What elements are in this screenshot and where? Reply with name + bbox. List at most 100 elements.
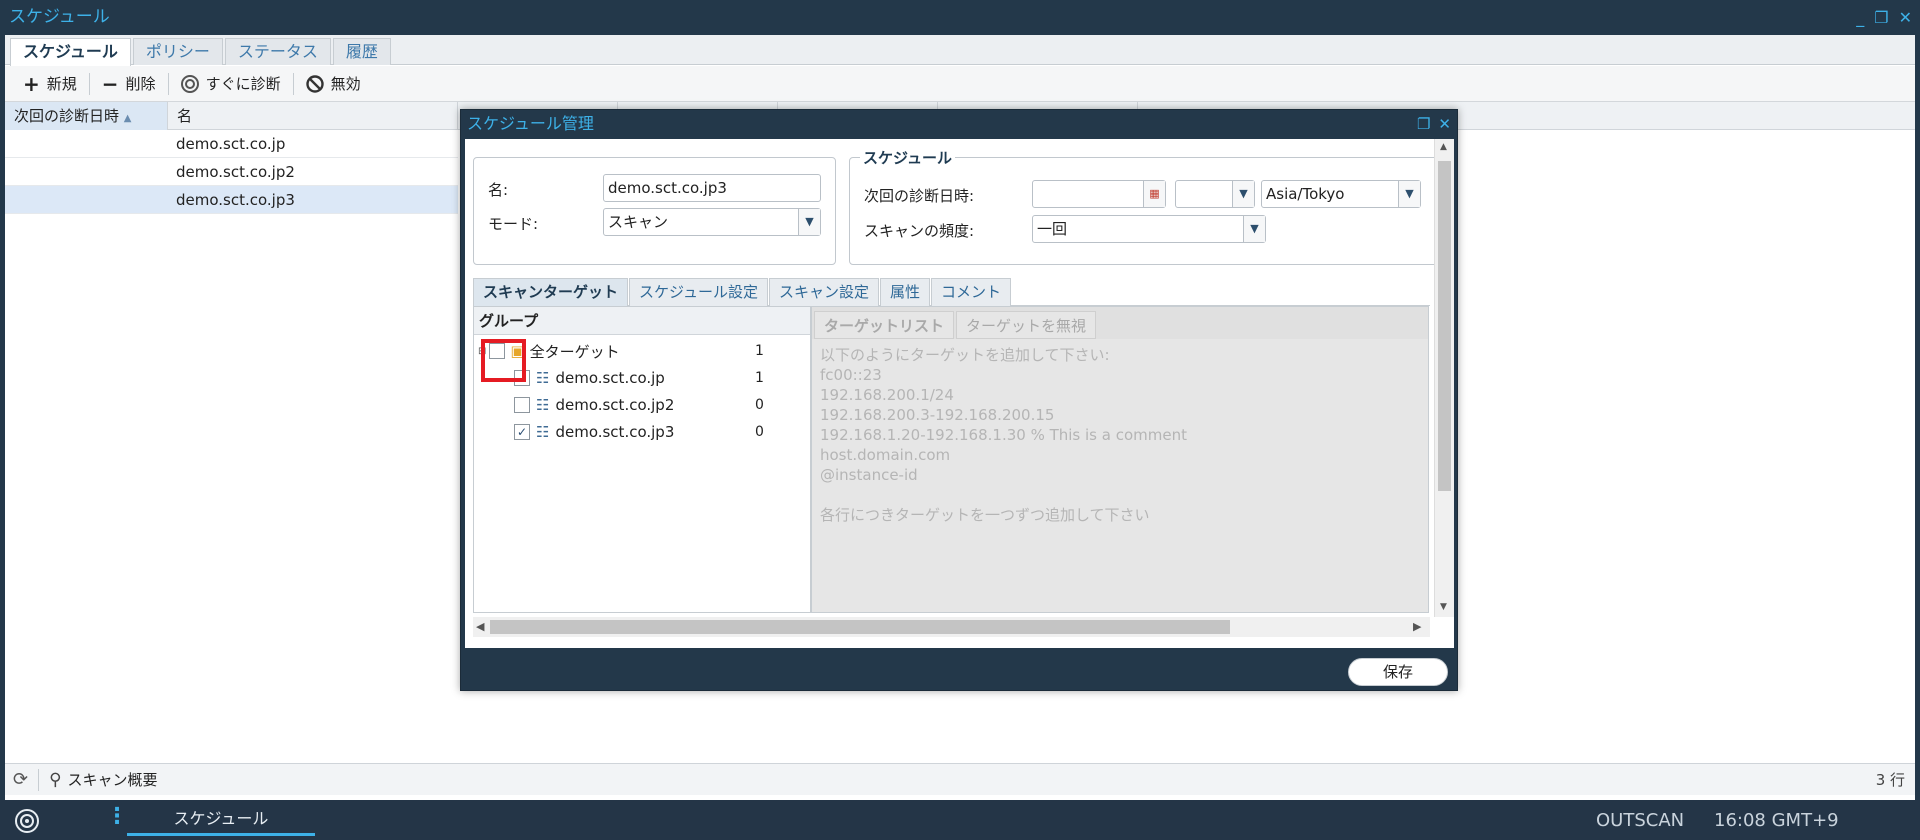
tab-target-list[interactable]: ターゲットリスト <box>814 311 955 339</box>
app-logo-icon[interactable] <box>14 808 40 834</box>
minus-icon: − <box>101 71 119 96</box>
window-title: スケジュール <box>9 7 110 27</box>
tree-count: 1 <box>755 370 764 386</box>
restore-icon[interactable]: ❐ <box>1417 115 1430 133</box>
target-checkbox-checked[interactable]: ✓ <box>514 424 530 440</box>
status-bar: ⟳ ⚲ スキャン概要 3 行 <box>5 763 1915 795</box>
chevron-down-icon[interactable]: ▼ <box>1398 181 1420 207</box>
scroll-thumb[interactable] <box>490 620 1230 634</box>
new-button[interactable]: + 新規 <box>13 69 87 99</box>
chevron-down-icon[interactable]: ▼ <box>798 209 820 235</box>
tree-label: demo.sct.co.jp3 <box>555 423 675 441</box>
clock: 16:08 GMT+9 <box>1714 810 1839 831</box>
minimize-icon[interactable]: _ <box>1856 0 1864 35</box>
plus-icon: + <box>23 71 40 96</box>
table-row[interactable]: demo.sct.co.jp2 <box>5 158 458 186</box>
taskbar: ⋮ スケジュール OUTSCAN 16:08 GMT+9 <box>0 800 1920 840</box>
scroll-down-icon[interactable]: ▼ <box>1440 602 1447 612</box>
frequency-select[interactable]: 一回 ▼ <box>1032 215 1266 243</box>
refresh-icon[interactable]: ⟳ <box>13 769 28 790</box>
scroll-right-icon[interactable]: ▶ <box>1413 620 1421 633</box>
target-checkbox[interactable] <box>514 397 530 413</box>
tab-attributes[interactable]: 属性 <box>879 278 930 306</box>
tab-schedule-settings[interactable]: スケジュール設定 <box>629 278 768 306</box>
tab-comments[interactable]: コメント <box>931 278 1012 306</box>
taskbar-item-schedule[interactable]: スケジュール <box>127 800 315 836</box>
delete-label: 削除 <box>125 75 156 93</box>
scroll-thumb[interactable] <box>1438 161 1451 491</box>
name-label: 名: <box>488 181 509 199</box>
date-field[interactable]: ▦ <box>1032 180 1166 208</box>
tree-count: 0 <box>755 424 764 440</box>
tab-status[interactable]: ステータス <box>224 38 331 65</box>
tab-ignore-targets[interactable]: ターゲットを無視 <box>956 311 1097 339</box>
tree-count: 0 <box>755 397 764 413</box>
disable-label: 無効 <box>330 75 361 93</box>
tree-row[interactable]: ☷ demo.sct.co.jp2 <box>514 393 674 417</box>
sort-asc-icon: ▲ <box>123 113 132 124</box>
mode-select[interactable]: スキャン ▼ <box>603 208 821 236</box>
target-list-textarea[interactable]: 以下のようにターゲットを追加して下さい: fc00::23 192.168.20… <box>820 345 1187 525</box>
vertical-scrollbar[interactable]: ▲ ▼ <box>1434 139 1454 617</box>
tab-history[interactable]: 履歴 <box>332 38 391 65</box>
mode-label: モード: <box>488 215 539 233</box>
horizontal-scrollbar[interactable]: ◀ ▶ <box>473 617 1430 637</box>
tab-scan-settings[interactable]: スキャン設定 <box>768 278 879 306</box>
tab-schedule[interactable]: スケジュール <box>10 38 131 66</box>
toolbar-divider <box>292 72 294 95</box>
calendar-icon[interactable]: ▦ <box>1143 181 1165 207</box>
tree-count: 1 <box>755 343 764 359</box>
chevron-down-icon[interactable]: ▼ <box>1243 216 1265 242</box>
toolbar: + 新規 − 削除 すぐに診断 無効 <box>5 66 1915 102</box>
toolbar-divider <box>88 72 90 95</box>
window-titlebar: スケジュール _ ❐ ✕ <box>0 0 1920 35</box>
tree-row[interactable]: ✓ ☷ demo.sct.co.jp3 <box>514 420 674 444</box>
tab-scan-targets[interactable]: スキャンターゲット <box>473 278 629 306</box>
timezone-select[interactable]: Asia/Tokyo ▼ <box>1261 180 1421 208</box>
close-icon[interactable]: ✕ <box>1899 0 1912 35</box>
row-count: 3 行 <box>1875 771 1905 789</box>
column-name[interactable]: 名 <box>168 102 458 130</box>
table-row[interactable]: demo.sct.co.jp <box>5 130 458 158</box>
time-select[interactable]: ▼ <box>1175 180 1255 208</box>
name-field[interactable]: demo.sct.co.jp3 <box>603 174 821 202</box>
target-icon: ☷ <box>536 423 550 441</box>
target-icon: ☷ <box>536 369 550 387</box>
frequency-label: スキャンの頻度: <box>864 222 975 240</box>
tree-row[interactable]: ☷ demo.sct.co.jp <box>514 366 665 390</box>
tree-label: demo.sct.co.jp2 <box>555 396 675 414</box>
search-icon[interactable]: ⚲ <box>49 770 61 790</box>
column-next-scan[interactable]: 次回の診断日時 ▲ <box>5 102 168 130</box>
next-scan-label: 次回の診断日時: <box>864 187 975 205</box>
save-button[interactable]: 保存 <box>1348 658 1448 686</box>
tab-policy[interactable]: ポリシー <box>132 38 223 65</box>
schedule-legend: スケジュール <box>860 147 955 168</box>
app-window: スケジュール _ ❐ ✕ スケジュール ポリシー ステータス 履歴 + 新規 − 削… <box>0 0 1920 840</box>
scroll-up-icon[interactable]: ▲ <box>1440 142 1447 152</box>
toolbar-divider <box>167 72 169 95</box>
scan-now-label: すぐに診断 <box>205 75 281 93</box>
ban-icon <box>305 74 324 93</box>
delete-button[interactable]: − 削除 <box>92 69 166 99</box>
tree-label: demo.sct.co.jp <box>555 369 665 387</box>
scan-summary-link[interactable]: スキャン概要 <box>68 769 158 790</box>
chevron-down-icon[interactable]: ▼ <box>1232 181 1254 207</box>
table-row[interactable]: demo.sct.co.jp3 <box>5 186 458 214</box>
scroll-left-icon[interactable]: ◀ <box>476 620 484 633</box>
dialog-body: 名: demo.sct.co.jp3 モード: スキャン ▼ スケジュール 次回の… <box>465 139 1454 648</box>
scan-now-button[interactable]: すぐに診断 <box>171 69 291 99</box>
restore-icon[interactable]: ❐ <box>1874 0 1888 35</box>
close-icon[interactable]: ✕ <box>1438 115 1451 133</box>
dialog-tabs: スキャンターゲット スケジュール設定 スキャン設定 属性 コメント <box>473 278 1430 306</box>
schedule-fieldset: スケジュール <box>849 147 1449 265</box>
target-icon <box>180 74 199 93</box>
tree-label: 全ターゲット <box>529 342 620 361</box>
target-list-tabs: ターゲットリスト ターゲットを無視 <box>812 307 1428 339</box>
status-divider <box>38 768 40 791</box>
taskbar-menu-icon[interactable]: ⋮ <box>106 804 128 829</box>
highlight-box <box>481 339 526 382</box>
dialog-title: スケジュール管理 <box>467 114 594 133</box>
schedule-dialog: スケジュール管理 ❐ ✕ 名: demo.sct.co.jp3 モード: スキャ… <box>460 109 1458 691</box>
disable-button[interactable]: 無効 <box>296 69 371 99</box>
new-label: 新規 <box>46 75 77 93</box>
